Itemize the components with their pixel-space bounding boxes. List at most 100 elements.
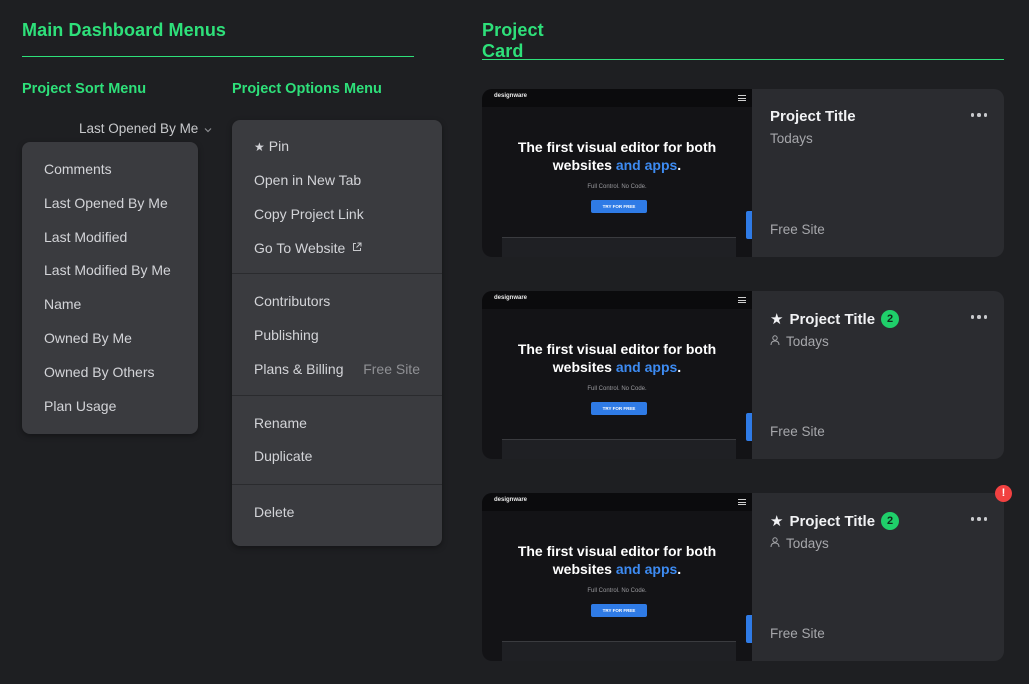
headline-accent: and apps <box>615 561 678 577</box>
sort-menu: Comments Last Opened By Me Last Modified… <box>22 142 198 434</box>
hamburger-icon <box>738 297 746 303</box>
collaborator-count-badge: 2 <box>881 512 900 530</box>
sort-option-last-modified-by-me[interactable]: Last Modified By Me <box>22 254 198 288</box>
headline-part: websites <box>552 561 616 577</box>
sort-option-last-modified[interactable]: Last Modified <box>22 221 198 255</box>
plans-billing-value: Free Site <box>363 360 420 377</box>
project-info: Project Title Todays Free Site <box>752 89 1004 257</box>
headline-part: websites <box>552 359 616 375</box>
section-divider <box>482 59 1004 60</box>
thumbnail-editor-tray <box>502 237 736 257</box>
sort-menu-trigger[interactable]: Last Opened By Me <box>79 121 212 136</box>
menu-item-contributors[interactable]: Contributors <box>232 285 442 319</box>
more-options-icon[interactable] <box>970 315 987 319</box>
project-date: Todays <box>786 334 829 349</box>
menu-item-go-to-website[interactable]: Go To Website <box>232 231 442 265</box>
chevron-down-icon <box>204 121 212 136</box>
headline-accent: and apps <box>615 157 678 173</box>
project-title: Project Title <box>789 310 876 328</box>
thumbnail-subtext: Full Control. No Code. <box>587 184 647 190</box>
menu-item-plans-billing[interactable]: Plans & Billing Free Site <box>232 353 442 387</box>
thumbnail-cta-button: TRY FOR FREE <box>591 604 647 617</box>
star-icon: ★ <box>770 311 784 328</box>
project-title: Project Title <box>770 108 856 125</box>
project-date: Todays <box>770 131 813 146</box>
project-plan: Free Site <box>770 424 825 439</box>
options-menu-heading: Project Options Menu <box>232 81 382 97</box>
collaborator-count-badge: 2 <box>881 310 900 328</box>
thumbnail-subtext: Full Control. No Code. <box>587 588 647 594</box>
thumbnail-cta-button: TRY FOR FREE <box>591 200 647 213</box>
project-plan: Free Site <box>770 626 825 641</box>
project-thumbnail[interactable]: designware The first visual editor for b… <box>482 291 752 459</box>
pin-label: Pin <box>268 138 289 154</box>
sort-menu-heading: Project Sort Menu <box>22 81 147 97</box>
thumbnail-editor-tray <box>502 641 736 661</box>
sort-option-name[interactable]: Name <box>22 288 198 322</box>
headline-accent: and apps <box>615 359 678 375</box>
project-card-title: Project Card <box>482 20 544 62</box>
project-title-row: ★ Project Title 2 <box>770 512 900 530</box>
person-icon <box>770 536 780 551</box>
star-icon: ★ <box>254 140 265 154</box>
project-card[interactable]: designware The first visual editor for b… <box>482 89 1004 257</box>
more-options-icon[interactable] <box>970 113 987 117</box>
star-icon: ★ <box>770 513 784 530</box>
dashboard-menus-title: Main Dashboard Menus <box>22 20 227 40</box>
thumbnail-logo: designware <box>494 497 528 503</box>
sort-option-owned-by-me[interactable]: Owned By Me <box>22 322 198 356</box>
project-card-title-line1: Project <box>482 20 544 40</box>
headline-end: . <box>677 359 682 375</box>
headline-end: . <box>677 561 682 577</box>
menu-separator <box>232 394 442 396</box>
menu-item-publishing[interactable]: Publishing <box>232 319 442 353</box>
project-options-menu: ★ Pin Open in New Tab Copy Project Link G… <box>232 120 442 546</box>
go-to-website-label: Go To Website <box>254 240 346 257</box>
headline-end: . <box>677 157 682 173</box>
thumbnail-subtext: Full Control. No Code. <box>587 386 647 392</box>
project-card[interactable]: designware The first visual editor for b… <box>482 493 1004 661</box>
thumbnail-headline-line1: The first visual editor for both <box>517 341 717 357</box>
sort-trigger-label: Last Opened By Me <box>79 121 199 136</box>
project-title-row: ★ Project Title 2 <box>770 310 900 328</box>
project-info: ★ Project Title 2 Todays Free Site <box>752 493 1004 661</box>
project-date-row: Todays <box>770 131 813 146</box>
thumbnail-headline-line2: websites and apps. <box>482 156 752 174</box>
thumbnail-editor-tray <box>502 439 736 459</box>
project-thumbnail[interactable]: designware The first visual editor for b… <box>482 493 752 661</box>
menu-item-rename[interactable]: Rename <box>232 407 442 441</box>
menu-item-delete[interactable]: Delete <box>232 496 442 530</box>
headline-part: websites <box>552 157 616 173</box>
project-card[interactable]: designware The first visual editor for b… <box>482 291 1004 459</box>
hamburger-icon <box>738 95 746 101</box>
section-divider <box>22 56 414 57</box>
menu-item-duplicate[interactable]: Duplicate <box>232 440 442 474</box>
sort-option-owned-by-others[interactable]: Owned By Others <box>22 356 198 390</box>
thumbnail-headline-line2: websites and apps. <box>482 358 752 376</box>
person-icon <box>770 334 780 349</box>
hamburger-icon <box>738 499 746 505</box>
project-info: ★ Project Title 2 Todays Free Site <box>752 291 1004 459</box>
thumbnail-headline-line2: websites and apps. <box>482 560 752 578</box>
menu-item-copy-link[interactable]: Copy Project Link <box>232 198 442 232</box>
sort-option-comments[interactable]: Comments <box>22 153 198 187</box>
project-date-row: Todays <box>770 536 829 551</box>
menu-item-open-new-tab[interactable]: Open in New Tab <box>232 164 442 198</box>
sort-option-plan-usage[interactable]: Plan Usage <box>22 390 198 424</box>
alert-icon: ! <box>995 485 1012 502</box>
menu-separator <box>232 273 442 275</box>
project-title: Project Title <box>789 512 876 530</box>
sort-option-last-opened-by-me[interactable]: Last Opened By Me <box>22 187 198 221</box>
project-title-row: Project Title <box>770 108 856 125</box>
thumbnail-cta-button: TRY FOR FREE <box>591 402 647 415</box>
project-thumbnail[interactable]: designware The first visual editor for b… <box>482 89 752 257</box>
menu-separator <box>232 484 442 486</box>
project-plan: Free Site <box>770 222 825 237</box>
project-date: Todays <box>786 536 829 551</box>
thumbnail-headline-line1: The first visual editor for both <box>517 139 717 155</box>
menu-item-pin[interactable]: ★ Pin <box>232 130 442 164</box>
thumbnail-logo: designware <box>494 93 528 99</box>
external-link-icon <box>352 231 362 265</box>
thumbnail-headline-line1: The first visual editor for both <box>517 543 717 559</box>
more-options-icon[interactable] <box>970 517 987 521</box>
